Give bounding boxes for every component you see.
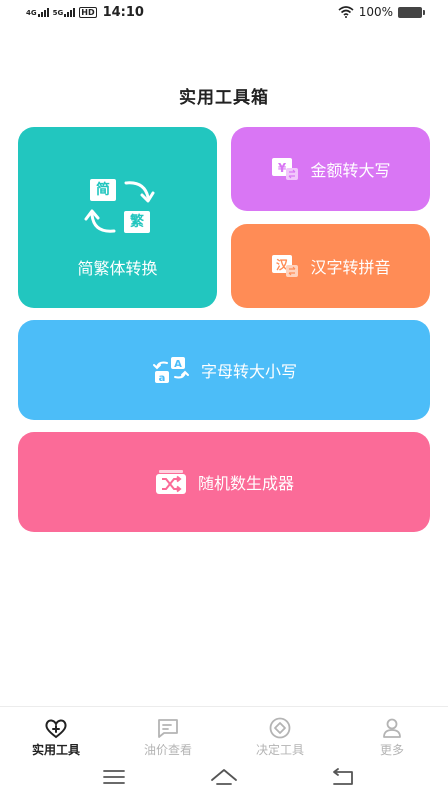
random-number-label: 随机数生成器 (197, 474, 294, 493)
status-left: 4G 5G HD 14:10 (26, 5, 144, 20)
amount-uppercase-label: 金额转大写 (310, 161, 391, 180)
hanzi-pinyin-card[interactable]: 汉 汉字转拼音 (231, 224, 430, 308)
system-nav-bar (0, 762, 448, 798)
status-time: 14:10 (102, 5, 144, 20)
page-title: 实用工具箱 (179, 88, 269, 108)
network-type-2: 5G (52, 9, 64, 17)
status-bar: 4G 5G HD 14:10 100% (0, 0, 448, 28)
jianfan-convert-card[interactable]: 简 繁 简繁体转换 (18, 127, 217, 308)
jianfan-icon: 简 繁 (82, 175, 158, 237)
jianfan-label: 简繁体转换 (77, 259, 158, 278)
home-icon[interactable] (210, 766, 238, 788)
cellular-signal-icon: 4G (26, 8, 49, 17)
nav-item-more[interactable]: 更多 (336, 707, 448, 761)
nav-item-tools[interactable]: 实用工具 (0, 707, 112, 761)
random-number-card[interactable]: 随机数生成器 (18, 432, 430, 532)
yen-convert-icon: ¥ (272, 158, 299, 180)
nav-label-decision: 决定工具 (255, 743, 304, 757)
han-convert-icon: 汉 (272, 255, 299, 277)
chat-box-icon (158, 719, 178, 738)
bottom-nav: 实用工具 油价查看 决定工具 更多 (0, 706, 448, 761)
shuffle-icon (155, 470, 186, 494)
status-right: 100% (338, 5, 425, 19)
wifi-icon (338, 6, 354, 18)
letter-case-label: 字母转大小写 (200, 362, 297, 381)
nav-item-decision[interactable]: 决定工具 (224, 707, 336, 761)
decision-circle-icon (269, 717, 291, 739)
back-icon[interactable] (328, 766, 356, 788)
nav-label-tools: 实用工具 (31, 743, 80, 757)
toolbox-heart-icon (45, 719, 67, 739)
person-icon (383, 718, 401, 738)
hd-badge: HD (79, 7, 97, 18)
letter-case-card[interactable]: A a 字母转大小写 (18, 320, 430, 420)
svg-text:a: a (159, 373, 166, 384)
letter-case-icon: A a (152, 357, 189, 384)
svg-text:A: A (174, 359, 182, 370)
menu-icon[interactable] (100, 766, 128, 788)
battery-icon (398, 6, 425, 18)
battery-percent: 100% (358, 5, 393, 19)
convert-arrows-icon (84, 181, 155, 233)
hanzi-pinyin-label: 汉字转拼音 (310, 258, 391, 277)
nav-label-more: 更多 (379, 743, 404, 757)
amount-uppercase-card[interactable]: ¥ 金额转大写 (231, 127, 430, 211)
svg-text:¥: ¥ (278, 161, 287, 175)
nav-label-oil-price: 油价查看 (143, 743, 192, 757)
network-type-1: 4G (26, 9, 37, 17)
nav-item-oil-price[interactable]: 油价查看 (112, 707, 224, 761)
cellular-signal-icon-2: 5G (53, 8, 76, 17)
